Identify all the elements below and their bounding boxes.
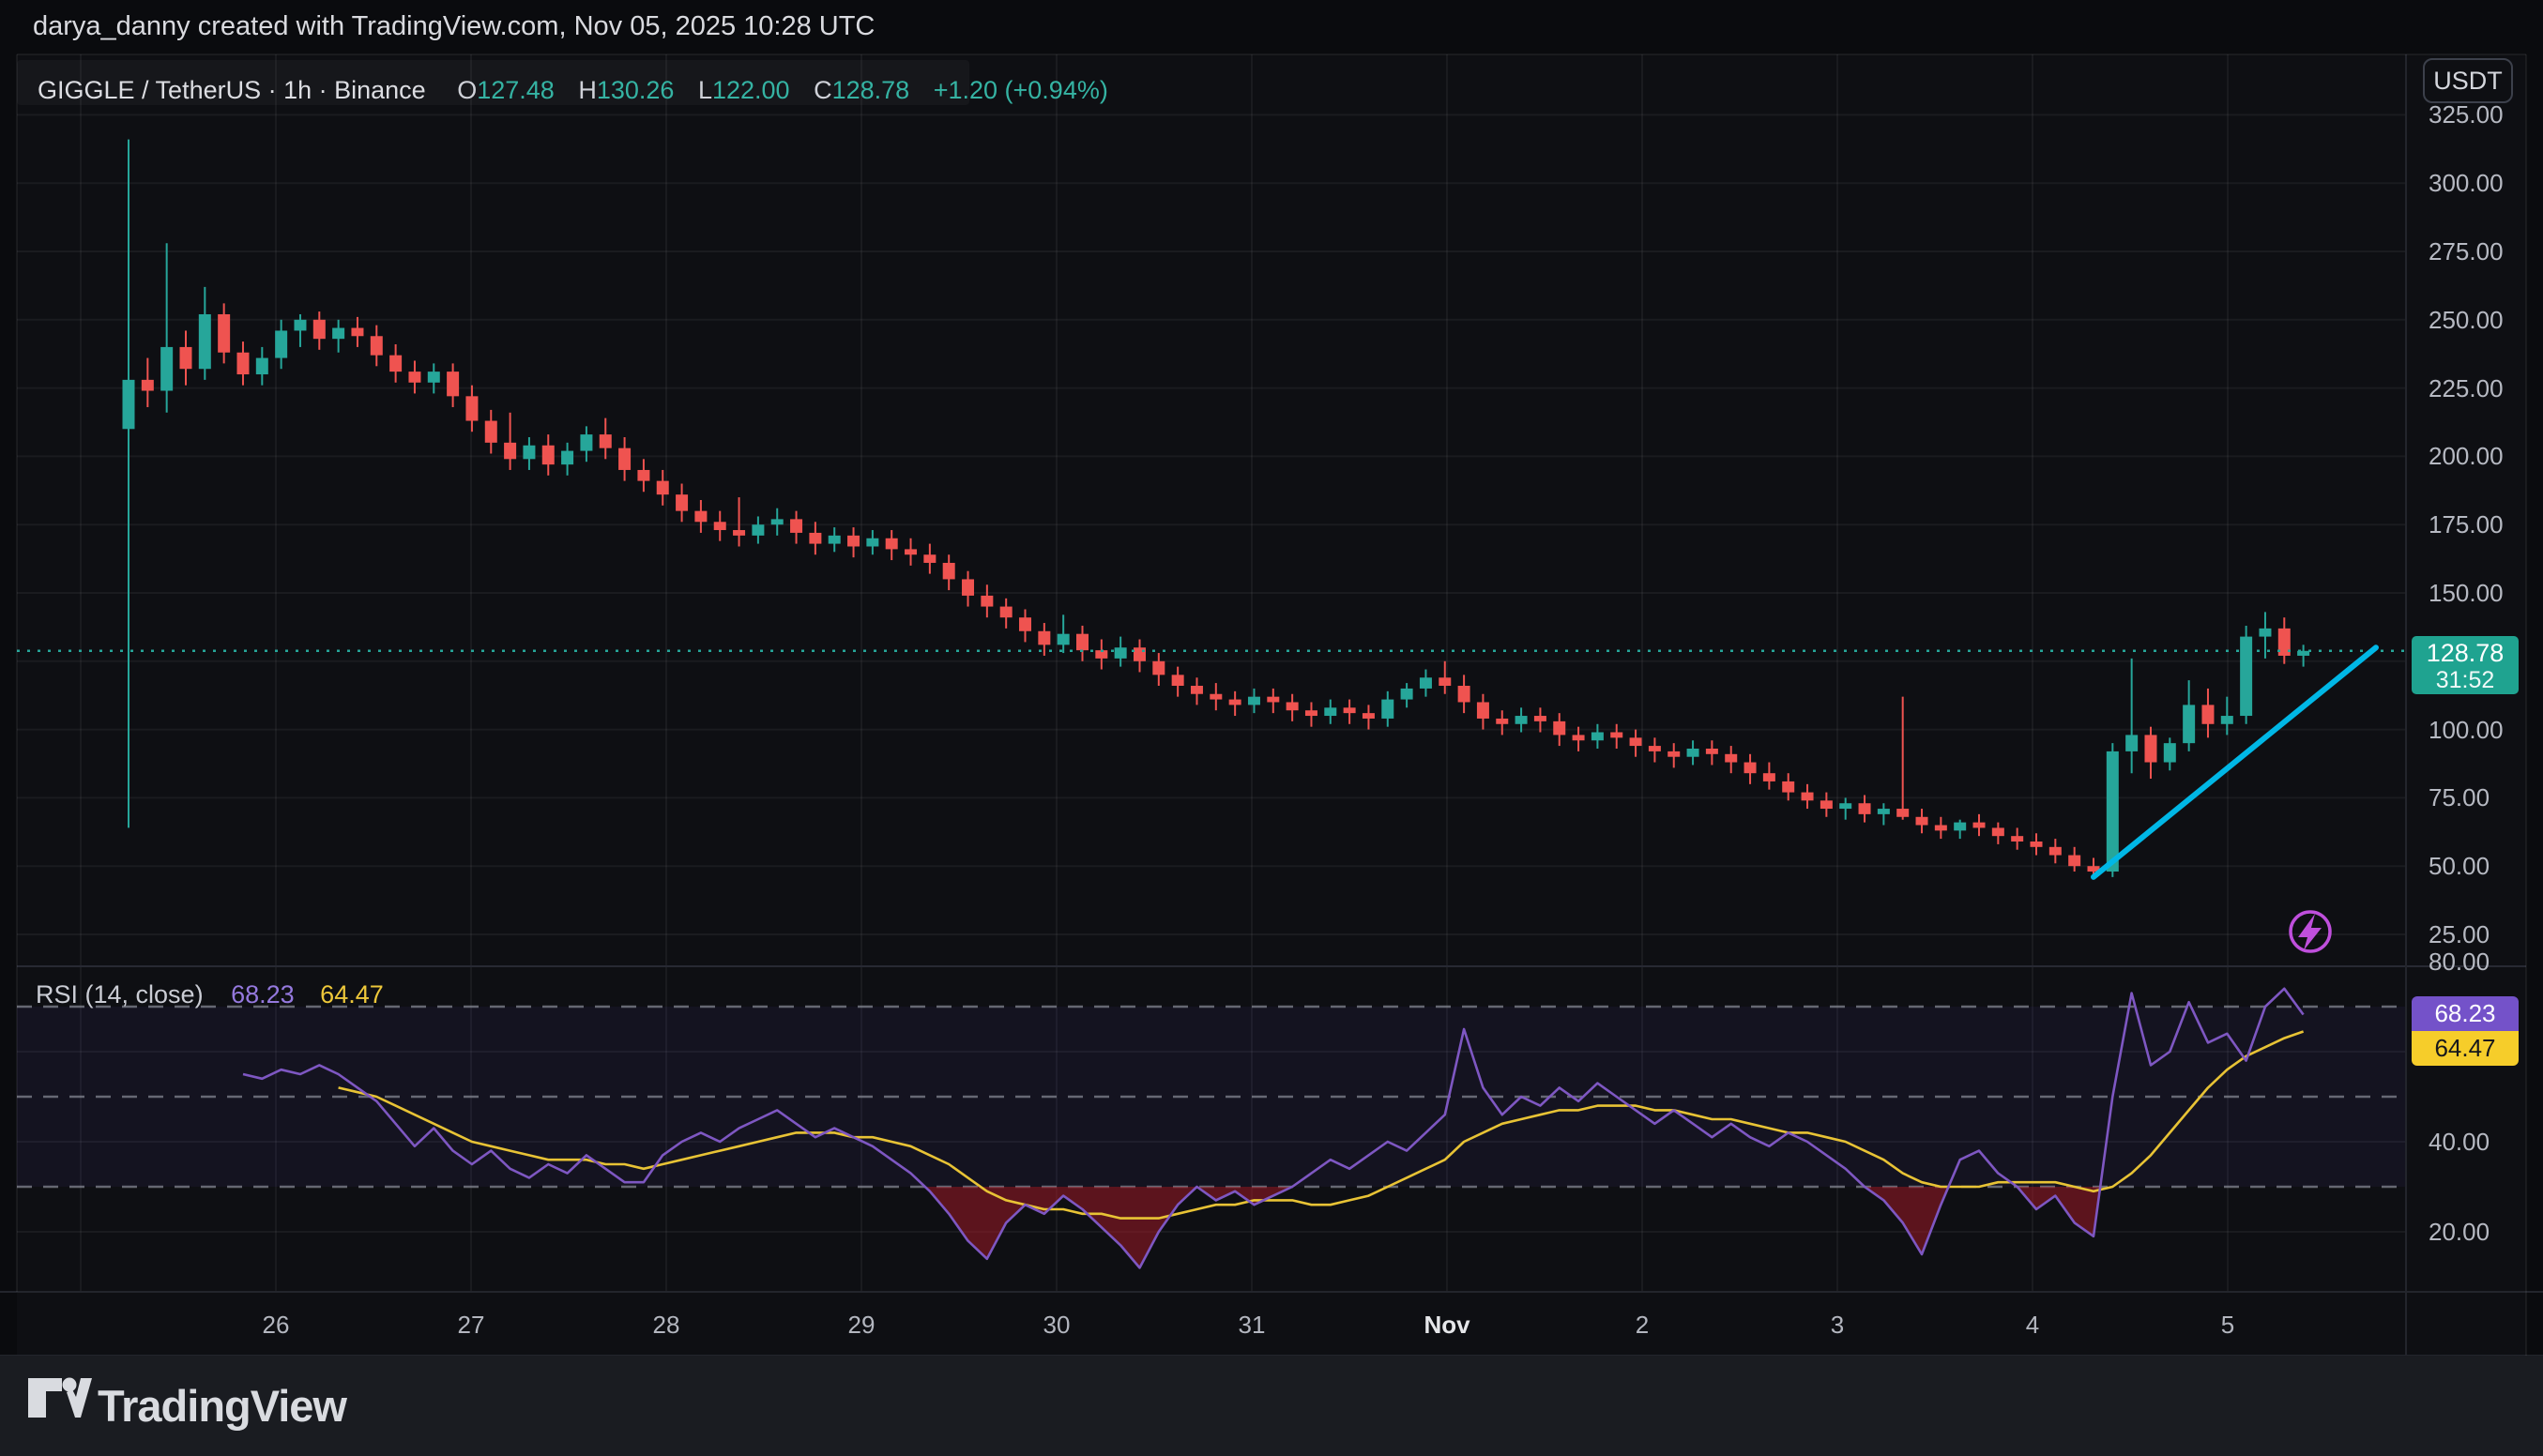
time-axis-label: 31 [1210,1306,1294,1343]
time-axis-label: 26 [234,1306,318,1343]
tradingview-snapshot: darya_danny created with TradingView.com… [0,0,2543,1456]
currency-toggle-button[interactable]: USDT [2423,58,2513,103]
rsi-value-badge: 68.23 [2412,996,2519,1031]
chart-canvas [0,0,2543,1456]
rsi-axis-label: 20.00 [2429,1218,2490,1246]
rsi-value: 68.23 [231,980,295,1009]
attribution-bar: darya_danny created with TradingView.com… [0,0,2543,53]
price-change: +1.20 (+0.94%) [934,76,1108,104]
price-axis-label: 100.00 [2429,716,2504,744]
time-axis-label: Nov [1405,1306,1489,1343]
attribution-text: darya_danny created with TradingView.com… [33,0,875,53]
rsi-indicator-title: RSI (14, close) [36,980,204,1009]
ohlc-close: C128.78 [814,76,909,104]
price-axis-label: 325.00 [2429,100,2504,129]
price-axis-label: 300.00 [2429,169,2504,197]
last-price-badge: 128.78 31:52 [2412,636,2519,694]
rsi-legend: RSI (14, close) 68.23 64.47 [36,978,384,1011]
rsi-axis-label: 80.00 [2429,948,2490,976]
footer-bar: TradingView [0,1356,2543,1456]
time-axis-label: 2 [1600,1306,1684,1343]
rsi-ma-value: 64.47 [320,980,384,1009]
price-axis-label: 250.00 [2429,306,2504,334]
symbol-title: GIGGLE / TetherUS · 1h · Binance [38,76,426,104]
ohlc-high: H130.26 [578,76,674,104]
time-axis-label: 29 [819,1306,904,1343]
price-axis-label: 225.00 [2429,374,2504,402]
price-axis-label: 200.00 [2429,442,2504,470]
time-axis-label: 28 [624,1306,708,1343]
price-axis-label: 50.00 [2429,852,2490,880]
tradingview-brand[interactable]: TradingView [98,1356,346,1456]
price-axis-label: 150.00 [2429,579,2504,607]
time-axis-label: 3 [1795,1306,1880,1343]
price-axis-label: 175.00 [2429,510,2504,538]
rsi-ma-value-badge: 64.47 [2412,1031,2519,1066]
price-axis-label: 75.00 [2429,783,2490,811]
rsi-axis-label: 40.00 [2429,1128,2490,1156]
time-axis-label: 30 [1014,1306,1099,1343]
chart-legend: GIGGLE / TetherUS · 1h · Binance O127.48… [38,73,1108,107]
time-axis-label: 4 [1990,1306,2075,1343]
last-price: 128.78 [2412,638,2519,669]
time-axis-label: 5 [2185,1306,2270,1343]
tradingview-logo-icon[interactable] [26,1374,94,1419]
bar-countdown: 31:52 [2412,669,2519,692]
price-axis-label: 275.00 [2429,237,2504,265]
ohlc-open: O127.48 [457,76,555,104]
time-axis-label: 27 [429,1306,513,1343]
ohlc-low: L122.00 [698,76,790,104]
price-axis-label: 25.00 [2429,920,2490,948]
